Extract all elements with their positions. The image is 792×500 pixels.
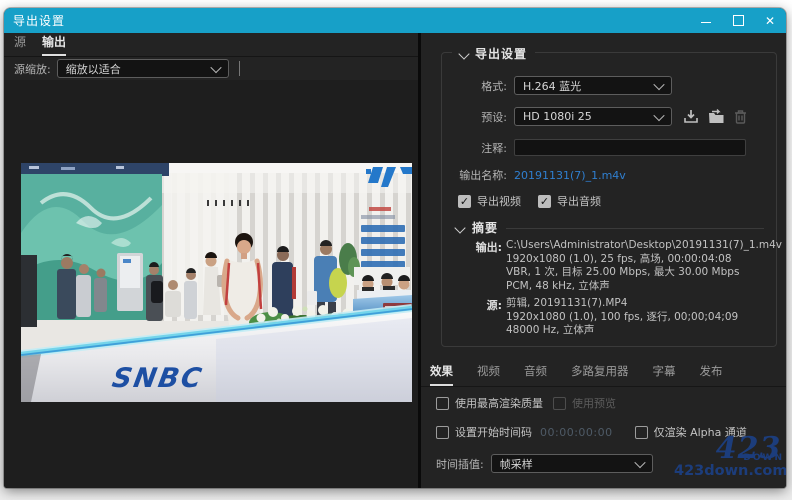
maximize-icon (733, 15, 744, 26)
summary-source-label: 源: (442, 297, 506, 338)
dialog-body: 源 输出 源缩放: 缩放以适合 (4, 33, 786, 488)
render-alpha-checkbox[interactable] (635, 426, 648, 439)
chevron-down-icon (653, 109, 664, 120)
tab-captions[interactable]: 字幕 (653, 363, 676, 386)
export-settings-header: 导出设置 (452, 45, 535, 62)
settings-panel: 导出设置 格式: H.264 蓝光 预设: HD 1080i 25 (421, 33, 786, 488)
preview-tabs: 源 输出 (4, 33, 418, 57)
max-render-quality-checkbox[interactable] (436, 397, 449, 410)
comments-row: 注释: (442, 139, 776, 156)
comments-input[interactable] (514, 139, 746, 156)
tab-source[interactable]: 源 (14, 33, 26, 56)
collapse-chevron-icon[interactable] (454, 222, 465, 233)
output-name-label: 输出名称: (442, 167, 514, 183)
time-interpolation-label: 时间插值: (436, 456, 484, 472)
preset-select[interactable]: HD 1080i 25 (514, 107, 672, 126)
delete-preset-icon[interactable] (734, 109, 747, 124)
tab-video[interactable]: 视频 (477, 363, 500, 386)
format-select[interactable]: H.264 蓝光 (514, 76, 672, 95)
maximize-button[interactable] (722, 8, 754, 33)
summary-header: 摘要 (456, 219, 764, 236)
time-interpolation-value: 帧采样 (500, 456, 630, 472)
summary-source: 源: 剪辑, 20191131(7).MP4 1920x1080 (1.0), … (442, 297, 738, 338)
tab-effects[interactable]: 效果 (430, 363, 453, 386)
preset-row: 预设: HD 1080i 25 (442, 107, 776, 126)
window-title: 导出设置 (4, 12, 65, 29)
chevron-down-icon (210, 61, 221, 72)
tab-multiplexer[interactable]: 多路复用器 (571, 363, 629, 386)
source-scaling-value: 缩放以适合 (66, 61, 206, 77)
summary-output-lines: C:\Users\Administrator\Desktop\20191131(… (506, 239, 782, 293)
close-button[interactable]: ✕ (754, 8, 786, 33)
summary-source-lines: 剪辑, 20191131(7).MP4 1920x1080 (1.0), 100… (506, 297, 738, 338)
save-preset-icon[interactable] (683, 109, 699, 124)
format-value: H.264 蓝光 (523, 78, 649, 94)
section-rule (506, 228, 764, 229)
settings-tabs: 效果 视频 音频 多路复用器 字幕 发布 (421, 363, 786, 387)
time-interpolation-row: 时间插值: 帧采样 (436, 454, 786, 473)
export-settings-group: 导出设置 格式: H.264 蓝光 预设: HD 1080i 25 (441, 52, 777, 347)
use-previews-label: 使用预览 (572, 395, 616, 411)
max-render-quality-label[interactable]: 使用最高渲染质量 (455, 395, 543, 411)
preview-panel: 源 输出 源缩放: 缩放以适合 (4, 33, 418, 488)
import-preset-icon[interactable] (708, 109, 725, 124)
summary-title: 摘要 (472, 219, 498, 236)
chevron-down-icon (653, 78, 664, 89)
preview-viewport: SNBC (4, 80, 418, 488)
use-previews-checkbox (553, 397, 566, 410)
close-icon: ✕ (765, 14, 775, 28)
format-label: 格式: (442, 78, 514, 94)
render-alpha-label[interactable]: 仅渲染 Alpha 通道 (654, 424, 747, 440)
titlebar: 导出设置 ✕ (4, 8, 786, 33)
tab-output[interactable]: 输出 (42, 33, 66, 56)
source-scaling-label: 源缩放: (14, 61, 51, 77)
time-interpolation-select[interactable]: 帧采样 (491, 454, 653, 473)
summary-output: 输出: C:\Users\Administrator\Desktop\20191… (442, 239, 782, 293)
format-row: 格式: H.264 蓝光 (442, 76, 776, 95)
export-settings-window: 导出设置 ✕ 源 输出 源缩放: 缩放以适合 (4, 8, 786, 488)
output-name-row: 输出名称: 20191131(7)_1.m4v (442, 167, 776, 183)
source-scaling-select[interactable]: 缩放以适合 (57, 59, 229, 78)
timecode-row: 设置开始时间码 00:00:00:00 仅渲染 Alpha 通道 (436, 424, 786, 440)
start-timecode-label[interactable]: 设置开始时间码 (455, 424, 532, 440)
collapse-chevron-icon[interactable] (458, 48, 469, 59)
export-video-checkbox[interactable]: ✓ (458, 195, 471, 208)
chevron-down-icon (634, 456, 645, 467)
start-timecode-checkbox[interactable] (436, 426, 449, 439)
minimize-icon (701, 22, 711, 23)
comments-label: 注释: (442, 140, 514, 156)
minimize-button[interactable] (690, 8, 722, 33)
preview-photo: SNBC (21, 163, 412, 402)
tab-publish[interactable]: 发布 (700, 363, 723, 386)
preset-actions (683, 109, 747, 124)
output-name-link[interactable]: 20191131(7)_1.m4v (514, 169, 626, 182)
snbc-logo-text: SNBC (110, 363, 206, 394)
summary-output-label: 输出: (442, 239, 506, 293)
export-video-label[interactable]: 导出视频 (477, 193, 521, 209)
export-settings-title: 导出设置 (475, 45, 527, 62)
preview-photo-art: SNBC (21, 163, 412, 402)
window-controls: ✕ (690, 8, 786, 33)
preset-value: HD 1080i 25 (523, 110, 649, 123)
toolbar-separator (239, 61, 240, 76)
timecode-value: 00:00:00:00 (540, 426, 613, 439)
export-audio-checkbox[interactable]: ✓ (538, 195, 551, 208)
preset-label: 预设: (442, 109, 514, 125)
export-audio-label[interactable]: 导出音频 (557, 193, 601, 209)
tab-audio[interactable]: 音频 (524, 363, 547, 386)
source-scaling-row: 源缩放: 缩放以适合 (4, 57, 418, 81)
export-toggles-row: ✓ 导出视频 ✓ 导出音频 (458, 193, 776, 209)
render-quality-row: 使用最高渲染质量 使用预览 (436, 395, 786, 411)
